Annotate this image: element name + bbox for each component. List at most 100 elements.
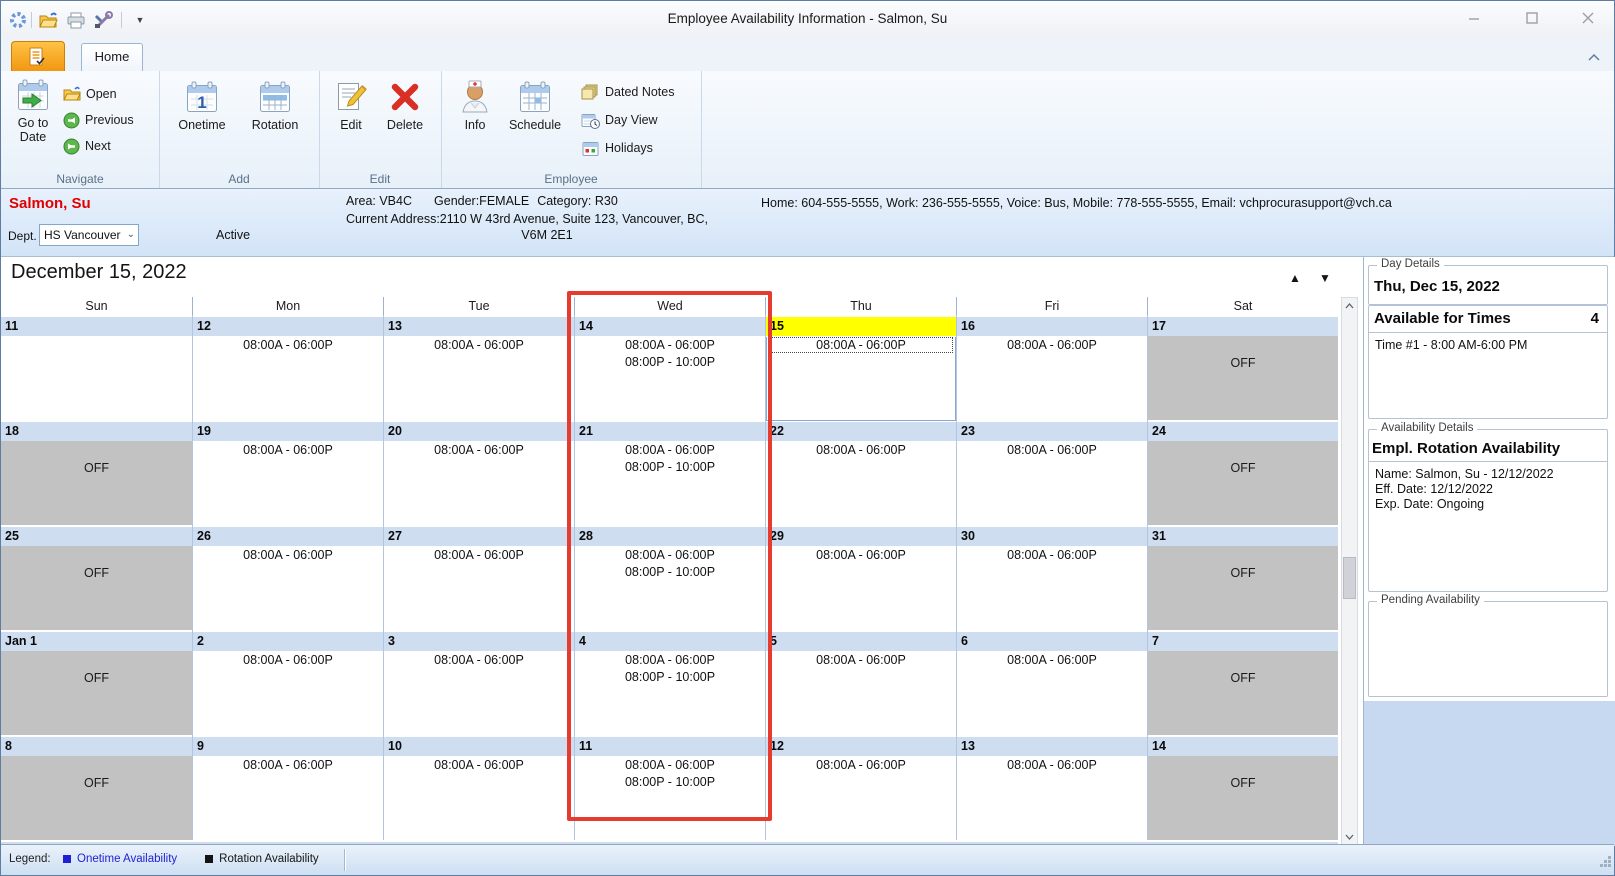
calendar-day-cell[interactable]: 5 08:00A - 06:00P xyxy=(765,630,956,735)
availability-time-entry[interactable]: 08:00A - 06:00P xyxy=(193,441,383,458)
rotation-button[interactable]: Rotation xyxy=(245,79,305,132)
calendar-day-cell[interactable]: 22 08:00A - 06:00P xyxy=(765,420,956,525)
calendar-day-cell[interactable]: 25 OFF xyxy=(1,525,192,630)
calendar-day-cell[interactable]: 19 08:00A - 06:00P xyxy=(192,420,383,525)
scroll-down-triangle[interactable]: ▼ xyxy=(1319,271,1331,285)
calendar-day-cell[interactable]: 2 08:00A - 06:00P xyxy=(192,630,383,735)
calendar-day-cell[interactable]: 29 08:00A - 06:00P xyxy=(765,525,956,630)
calendar-day-cell[interactable]: 13 08:00A - 06:00P xyxy=(956,735,1147,840)
resize-grip[interactable] xyxy=(1599,855,1612,873)
availability-time-entry[interactable]: 08:00A - 06:00P xyxy=(384,546,574,563)
scrollbar-down-icon[interactable] xyxy=(1342,829,1357,845)
calendar-day-cell[interactable]: 20 08:00A - 06:00P xyxy=(383,420,574,525)
dept-value: HS Vancouver xyxy=(44,228,121,242)
calendar-day-cell[interactable]: 17 OFF xyxy=(1147,315,1338,420)
tab-home[interactable]: Home xyxy=(81,43,143,71)
availability-time-entry[interactable]: 08:00P - 10:00P xyxy=(575,668,765,685)
calendar-day-cell[interactable]: 31 OFF xyxy=(1147,525,1338,630)
info-button[interactable]: Info xyxy=(453,79,497,132)
availability-time-entry[interactable]: 08:00A - 06:00P xyxy=(575,756,765,773)
calendar-day-cell[interactable]: 16 08:00A - 06:00P xyxy=(956,315,1147,420)
availability-time-entry[interactable]: 08:00P - 10:00P xyxy=(575,773,765,790)
day-times-area: 08:00A - 06:00P 08:00P - 10:00P xyxy=(575,756,765,840)
close-button[interactable] xyxy=(1568,7,1608,29)
day-view-button[interactable]: Day View xyxy=(581,109,658,131)
times-list: Time #1 - 8:00 AM-6:00 PM xyxy=(1369,333,1607,358)
calendar-day-cell[interactable]: 3 08:00A - 06:00P xyxy=(383,630,574,735)
availability-time-entry[interactable]: 08:00P - 10:00P xyxy=(575,353,765,370)
scrollbar-up-icon[interactable] xyxy=(1342,298,1357,314)
holidays-button[interactable]: Holidays xyxy=(581,137,653,159)
calendar-day-cell[interactable]: 9 08:00A - 06:00P xyxy=(192,735,383,840)
calendar-day-cell[interactable]: 24 OFF xyxy=(1147,420,1338,525)
selected-date-title: Thu, Dec 15, 2022 xyxy=(1374,278,1500,295)
calendar-day-cell[interactable]: 30 08:00A - 06:00P xyxy=(956,525,1147,630)
availability-time-entry[interactable]: 08:00A - 06:00P xyxy=(575,336,765,353)
minimize-button[interactable] xyxy=(1454,7,1494,29)
calendar-day-cell[interactable]: 14 OFF xyxy=(1147,735,1338,840)
calendar-day-cell[interactable]: 14 08:00A - 06:00P 08:00P - 10:00P xyxy=(574,315,765,420)
calendar-day-cell[interactable]: 28 08:00A - 06:00P 08:00P - 10:00P xyxy=(574,525,765,630)
availability-time-entry[interactable]: 08:00A - 06:00P xyxy=(957,336,1147,353)
availability-time-entry[interactable]: 08:00P - 10:00P xyxy=(575,563,765,580)
availability-time-entry[interactable]: 08:00A - 06:00P xyxy=(384,441,574,458)
availability-time-entry[interactable]: 08:00A - 06:00P xyxy=(957,651,1147,668)
calendar-day-cell[interactable]: 12 08:00A - 06:00P xyxy=(192,315,383,420)
availability-time-entry[interactable]: 08:00A - 06:00P xyxy=(766,441,956,458)
availability-time-entry[interactable]: 08:00A - 06:00P xyxy=(769,337,953,353)
availability-time-entry[interactable]: 08:00A - 06:00P xyxy=(957,546,1147,563)
calendar-day-cell[interactable]: 13 08:00A - 06:00P xyxy=(383,315,574,420)
availability-time-entry[interactable]: 08:00A - 06:00P xyxy=(193,336,383,353)
calendar-day-cell[interactable]: 12 08:00A - 06:00P xyxy=(765,735,956,840)
availability-time-entry[interactable]: 08:00A - 06:00P xyxy=(766,651,956,668)
calendar-day-cell[interactable]: 11 xyxy=(1,315,192,420)
previous-button[interactable]: Previous xyxy=(63,109,134,131)
onetime-button[interactable]: 1 Onetime xyxy=(173,79,231,132)
dept-dropdown[interactable]: HS Vancouver ⌄ xyxy=(39,224,139,246)
calendar-day-cell[interactable]: 18 OFF xyxy=(1,420,192,525)
availability-time-entry[interactable]: 08:00A - 06:00P xyxy=(575,651,765,668)
availability-time-entry[interactable]: 08:00A - 06:00P xyxy=(193,546,383,563)
availability-time-entry[interactable]: 08:00A - 06:00P xyxy=(575,546,765,563)
schedule-button[interactable]: Schedule xyxy=(503,79,567,132)
dow-label-tue: Tue xyxy=(383,297,574,315)
calendar-day-cell[interactable]: 4 08:00A - 06:00P 08:00P - 10:00P xyxy=(574,630,765,735)
collapse-ribbon-icon[interactable] xyxy=(1586,49,1602,65)
availability-time-entry[interactable]: 08:00A - 06:00P xyxy=(957,441,1147,458)
maximize-button[interactable] xyxy=(1512,7,1552,29)
availability-time-entry[interactable]: 08:00A - 06:00P xyxy=(766,546,956,563)
availability-time-entry[interactable]: 08:00A - 06:00P xyxy=(384,756,574,773)
open-button[interactable]: Open xyxy=(63,83,117,105)
calendar-scrollbar[interactable] xyxy=(1341,297,1358,846)
calendar-day-cell[interactable]: 11 08:00A - 06:00P 08:00P - 10:00P xyxy=(574,735,765,840)
calendar-day-cell[interactable]: 23 08:00A - 06:00P xyxy=(956,420,1147,525)
calendar-day-cell[interactable]: 6 08:00A - 06:00P xyxy=(956,630,1147,735)
delete-button[interactable]: Delete xyxy=(379,79,431,132)
calendar-day-cell[interactable]: 15 08:00A - 06:00P xyxy=(765,315,956,421)
calendar-day-cell[interactable]: 26 08:00A - 06:00P xyxy=(192,525,383,630)
off-label: OFF xyxy=(1230,461,1256,475)
application-menu-button[interactable] xyxy=(11,41,65,71)
availability-time-entry[interactable]: 08:00A - 06:00P xyxy=(957,756,1147,773)
availability-time-entry[interactable]: 08:00A - 06:00P xyxy=(384,336,574,353)
scrollbar-thumb[interactable] xyxy=(1343,557,1356,599)
edit-button[interactable]: Edit xyxy=(329,79,373,132)
goto-date-button[interactable]: Go to Date xyxy=(7,77,59,144)
availability-time-entry[interactable]: 08:00A - 06:00P xyxy=(384,651,574,668)
calendar-day-cell[interactable]: 8 OFF xyxy=(1,735,192,840)
employee-gender: Gender:FEMALE xyxy=(434,194,530,208)
calendar-day-cell[interactable]: 7 OFF xyxy=(1147,630,1338,735)
availability-time-entry[interactable]: 08:00A - 06:00P xyxy=(193,756,383,773)
calendar-day-cell[interactable]: 27 08:00A - 06:00P xyxy=(383,525,574,630)
dated-notes-button[interactable]: Dated Notes xyxy=(581,81,674,103)
availability-time-entry[interactable]: 08:00A - 06:00P xyxy=(766,756,956,773)
availability-time-entry[interactable]: 08:00A - 06:00P xyxy=(193,651,383,668)
calendar-day-cell[interactable]: 10 08:00A - 06:00P xyxy=(383,735,574,840)
calendar-day-cell[interactable]: Jan 1 OFF xyxy=(1,630,192,735)
group-label-navigate: Navigate xyxy=(56,172,104,186)
availability-time-entry[interactable]: 08:00P - 10:00P xyxy=(575,458,765,475)
calendar-day-cell[interactable]: 21 08:00A - 06:00P 08:00P - 10:00P xyxy=(574,420,765,525)
availability-time-entry[interactable]: 08:00A - 06:00P xyxy=(575,441,765,458)
scroll-up-triangle[interactable]: ▲ xyxy=(1289,271,1301,285)
next-button[interactable]: Next xyxy=(63,135,111,157)
